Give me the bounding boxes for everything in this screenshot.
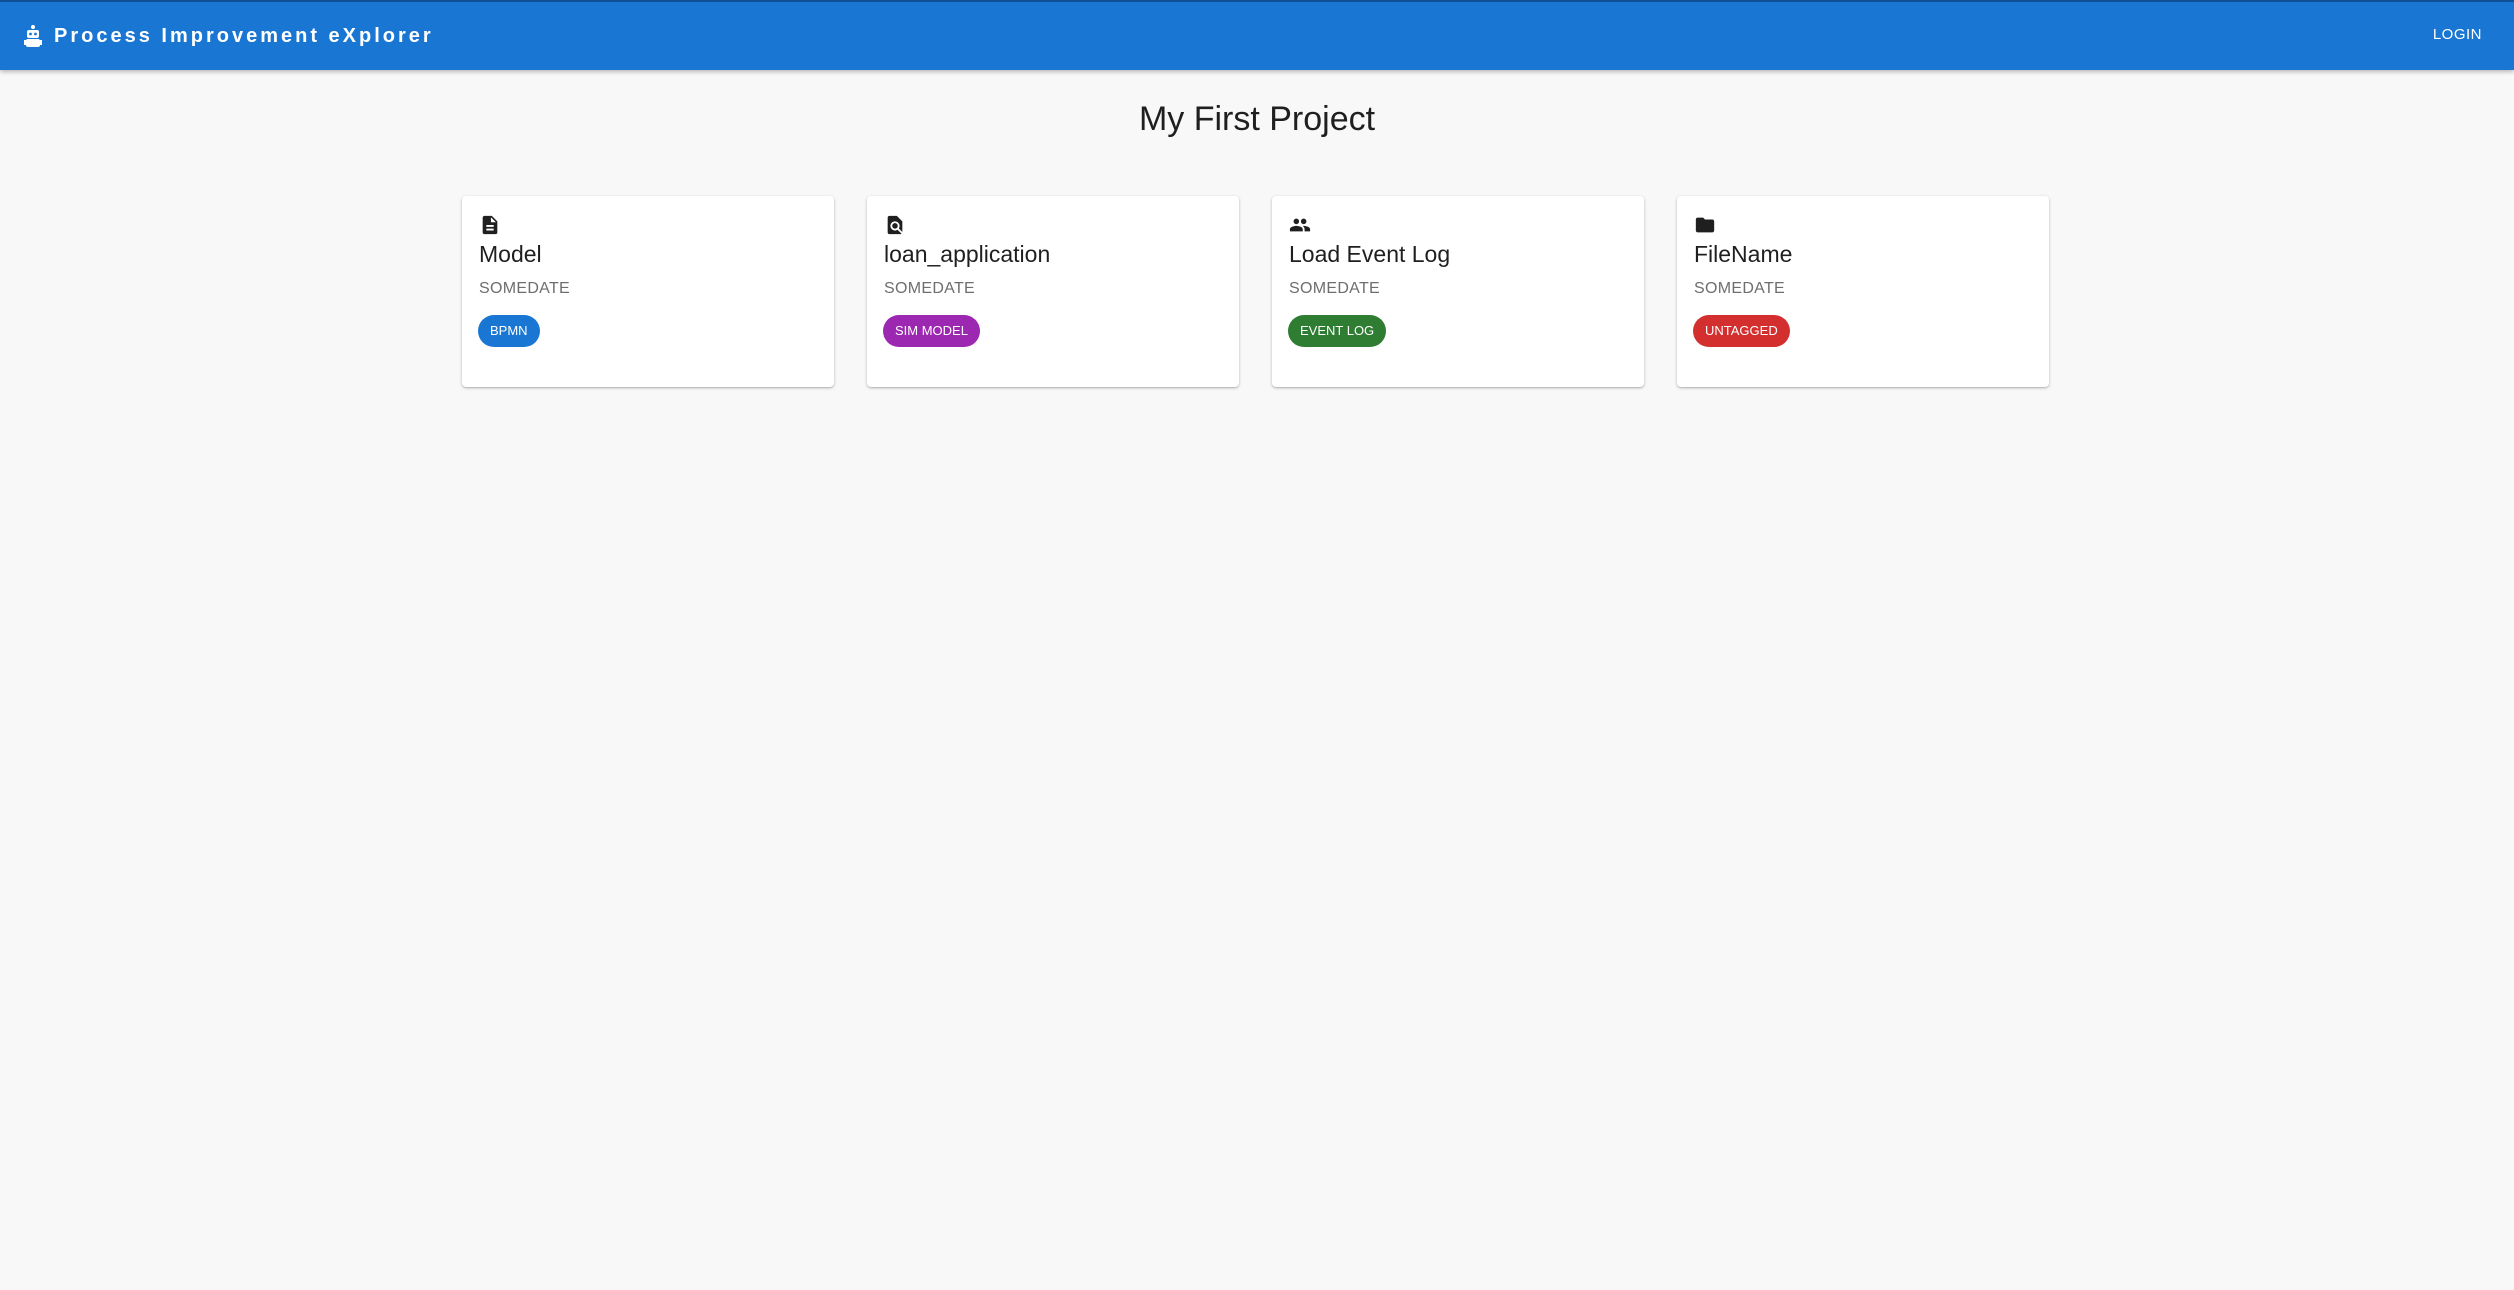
folder-icon <box>1694 214 1716 236</box>
tag-chip-sim-model[interactable]: SIM MODEL <box>883 315 980 347</box>
file-card-load-event-log[interactable]: Load Event Log SOMEDATE EVENT LOG <box>1272 196 1644 387</box>
card-date: SOMEDATE <box>1694 280 1786 297</box>
card-date: SOMEDATE <box>479 280 571 297</box>
app-bar: Process Improvement eXplorer LOGIN <box>0 0 2514 70</box>
card-title: Load Event Log <box>1289 241 1451 267</box>
card-date: SOMEDATE <box>884 280 976 297</box>
card-title: FileName <box>1694 241 1793 267</box>
login-button[interactable]: LOGIN <box>2433 26 2482 43</box>
tag-chip-untagged[interactable]: UNTAGGED <box>1693 315 1790 347</box>
tag-chip-bpmn[interactable]: BPMN <box>478 315 540 347</box>
card-date: SOMEDATE <box>1289 280 1381 297</box>
brand-home-link[interactable]: Process Improvement eXplorer <box>24 25 434 48</box>
card-title: loan_application <box>884 241 1051 267</box>
robot-icon <box>24 25 42 47</box>
app-title: Process Improvement eXplorer <box>54 24 434 47</box>
card-title: Model <box>479 241 542 267</box>
file-card-loan-application[interactable]: loan_application SOMEDATE SIM MODEL <box>867 196 1239 387</box>
people-icon <box>1289 214 1311 236</box>
tag-chip-event-log[interactable]: EVENT LOG <box>1288 315 1387 347</box>
file-card-filename[interactable]: FileName SOMEDATE UNTAGGED <box>1677 196 2049 387</box>
file-card-list: Model SOMEDATE BPMN loan_application SOM… <box>462 196 2049 387</box>
page-title: My First Project <box>1138 100 1376 138</box>
file-card-model[interactable]: Model SOMEDATE BPMN <box>462 196 834 387</box>
document-icon <box>479 214 501 236</box>
search-document-icon <box>884 214 906 236</box>
